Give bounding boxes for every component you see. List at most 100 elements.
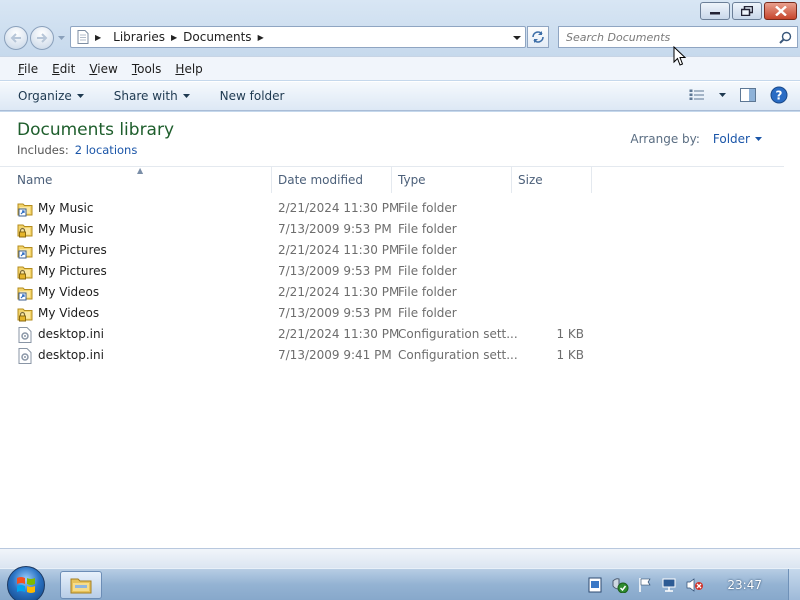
tray-action-center[interactable] xyxy=(588,577,602,593)
share-with-button[interactable]: Share with xyxy=(114,89,190,103)
column-header-date[interactable]: Date modified xyxy=(272,167,392,193)
menu-view[interactable]: View xyxy=(89,62,117,76)
help-button[interactable]: ? xyxy=(770,86,788,104)
close-button[interactable] xyxy=(764,2,797,20)
taskbar-explorer-button[interactable] xyxy=(60,571,102,599)
show-desktop-button[interactable] xyxy=(788,569,800,600)
restore-button[interactable] xyxy=(732,2,762,20)
file-row[interactable]: My Videos 2/21/2024 11:30 PM File folder xyxy=(0,282,784,303)
arrange-by: Arrange by: Folder xyxy=(630,132,762,146)
security-shield-icon xyxy=(612,578,629,593)
column-header-type[interactable]: Type xyxy=(392,167,512,193)
change-view-button[interactable] xyxy=(689,89,726,101)
file-row[interactable]: desktop.ini 7/13/2009 9:41 PM Configuratio… xyxy=(0,345,784,366)
column-header-size[interactable]: Size xyxy=(512,167,592,193)
search-icon[interactable] xyxy=(779,31,792,44)
file-name: desktop.ini xyxy=(38,327,104,341)
tray-network[interactable] xyxy=(661,577,677,593)
file-list-pane: Documents library Includes: 2 locations A… xyxy=(0,112,800,548)
start-button[interactable] xyxy=(7,566,45,600)
refresh-icon xyxy=(532,31,544,43)
search-box[interactable] xyxy=(558,26,798,48)
forward-button[interactable] xyxy=(30,26,54,50)
file-type: File folder xyxy=(398,222,457,236)
menu-label: ile xyxy=(24,61,39,76)
tray-security[interactable] xyxy=(611,577,629,593)
file-size: 1 KB xyxy=(556,327,584,341)
chevron-down-icon[interactable] xyxy=(755,137,762,141)
address-history-dropdown-icon[interactable] xyxy=(513,31,521,45)
flag-icon xyxy=(639,578,651,592)
locked-folder-icon xyxy=(17,306,33,322)
file-type: File folder xyxy=(398,306,457,320)
file-name: My Music xyxy=(38,222,94,236)
explorer-window: ▶ Libraries ▶ Documents ▶ File Edit View… xyxy=(0,0,800,568)
menu-help[interactable]: Help xyxy=(175,62,202,76)
minimize-button[interactable] xyxy=(700,2,730,20)
breadcrumb-separator-icon[interactable]: ▶ xyxy=(95,33,101,42)
organize-button[interactable]: Organize xyxy=(18,89,84,103)
back-button[interactable] xyxy=(4,26,28,50)
taskbar: 23:47 xyxy=(0,566,800,600)
share-with-label: Share with xyxy=(113,89,178,103)
file-date-modified: 2/21/2024 11:30 PM xyxy=(278,201,400,215)
breadcrumb-separator-icon[interactable]: ▶ xyxy=(171,33,177,42)
preview-pane-button[interactable] xyxy=(740,88,756,102)
menu-label: iew xyxy=(97,61,118,76)
windows-logo-icon xyxy=(17,577,35,593)
tray-volume[interactable] xyxy=(686,577,704,593)
locations-link[interactable]: 2 locations xyxy=(75,143,138,157)
menu-accelerator: E xyxy=(52,61,60,76)
clock[interactable]: 23:47 xyxy=(727,578,762,592)
file-date-modified: 7/13/2009 9:41 PM xyxy=(278,348,392,362)
file-type: Configuration sett... xyxy=(398,327,518,341)
menu-tools[interactable]: Tools xyxy=(132,62,162,76)
address-bar[interactable]: ▶ Libraries ▶ Documents ▶ xyxy=(70,26,526,48)
file-row[interactable]: My Pictures 2/21/2024 11:30 PM File folder xyxy=(0,240,784,261)
file-row[interactable]: My Pictures 7/13/2009 9:53 PM File folder xyxy=(0,261,784,282)
status-bar xyxy=(0,548,800,568)
settings-file-icon xyxy=(17,327,33,343)
shortcut-folder-icon xyxy=(17,243,33,259)
file-row[interactable]: My Music 7/13/2009 9:53 PM File folder xyxy=(0,219,784,240)
restore-icon xyxy=(741,6,753,16)
column-header-name[interactable]: Name xyxy=(11,167,272,193)
new-folder-button[interactable]: New folder xyxy=(220,89,285,103)
preview-pane-icon xyxy=(740,88,756,102)
file-row[interactable]: My Music 2/21/2024 11:30 PM File folder xyxy=(0,198,784,219)
chevron-down-icon xyxy=(76,94,84,98)
file-row[interactable]: desktop.ini 2/21/2024 11:30 PM Configurati… xyxy=(0,324,784,345)
new-folder-label: New folder xyxy=(219,89,285,103)
chevron-down-icon xyxy=(719,93,726,97)
navigation-buttons xyxy=(4,26,66,50)
breadcrumb-documents[interactable]: Documents xyxy=(183,30,251,44)
file-date-modified: 2/21/2024 11:30 PM xyxy=(278,285,400,299)
arrange-by-dropdown[interactable]: Folder xyxy=(713,132,750,146)
search-input[interactable] xyxy=(566,30,766,44)
breadcrumb-libraries[interactable]: Libraries xyxy=(113,30,165,44)
file-date-modified: 7/13/2009 9:53 PM xyxy=(278,264,392,278)
recent-pages-dropdown[interactable] xyxy=(56,26,66,50)
file-rows: My Music 2/21/2024 11:30 PM File folder My … xyxy=(0,198,784,366)
file-type: Configuration sett... xyxy=(398,348,518,362)
tray-flag[interactable] xyxy=(638,577,652,593)
close-icon xyxy=(774,6,787,16)
chevron-down-icon xyxy=(57,36,65,40)
action-center-icon xyxy=(588,577,602,593)
help-icon: ? xyxy=(770,86,788,104)
refresh-button[interactable] xyxy=(527,26,549,48)
library-title: Documents library xyxy=(17,120,175,140)
menu-file[interactable]: File xyxy=(18,62,38,76)
file-row[interactable]: My Videos 7/13/2009 9:53 PM File folder xyxy=(0,303,784,324)
menu-edit[interactable]: Edit xyxy=(52,62,75,76)
settings-file-icon xyxy=(17,348,33,364)
locked-folder-icon xyxy=(17,264,33,280)
column-headers: ▲ Name Date modified Type Size xyxy=(0,166,784,193)
details-view-icon xyxy=(689,89,704,100)
file-name: My Pictures xyxy=(38,264,107,278)
library-includes: Includes: 2 locations xyxy=(17,143,137,157)
notification-area: 23:47 xyxy=(588,569,800,600)
breadcrumb-separator-icon[interactable]: ▶ xyxy=(258,33,264,42)
file-date-modified: 2/21/2024 11:30 PM xyxy=(278,327,400,341)
locked-folder-icon xyxy=(17,222,33,238)
